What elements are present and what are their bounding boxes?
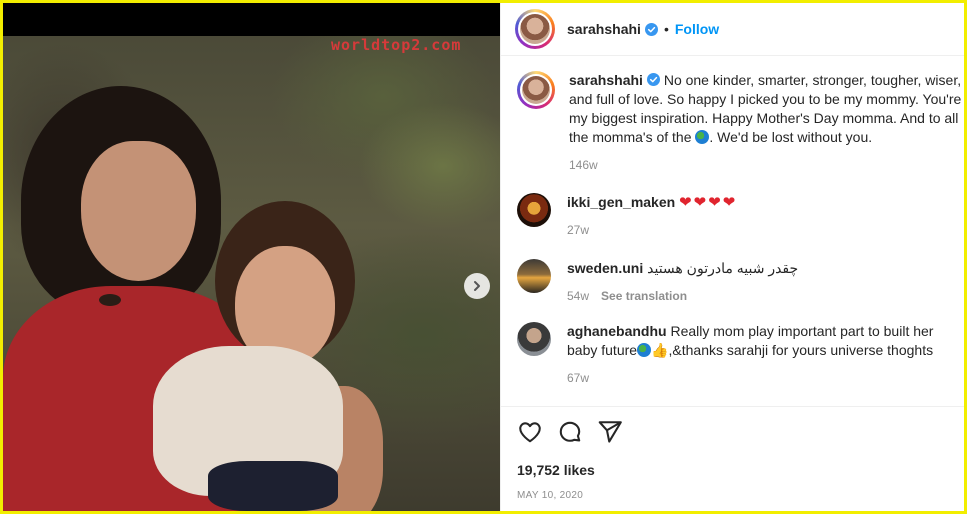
globe-emoji-icon bbox=[637, 343, 652, 357]
separator-dot: • bbox=[663, 21, 669, 37]
comment-username[interactable]: aghanebandhu bbox=[567, 323, 667, 339]
caption-avatar[interactable] bbox=[517, 71, 555, 109]
comment-text: چقدر شبیه مادرتون هستید bbox=[647, 260, 799, 276]
caption-text-end: . We'd be lost without you. bbox=[709, 129, 873, 145]
post-photo[interactable] bbox=[3, 36, 500, 511]
likes-count[interactable]: 19,752 likes bbox=[501, 445, 964, 478]
post-header: sarahshahi • Follow bbox=[501, 3, 964, 56]
paper-plane-icon bbox=[598, 421, 622, 443]
see-translation-link[interactable]: See translation bbox=[601, 289, 687, 303]
author-avatar[interactable] bbox=[515, 9, 555, 49]
follow-button[interactable]: Follow bbox=[675, 21, 719, 37]
post-actions: 19,752 likes MAY 10, 2020 bbox=[501, 406, 964, 501]
like-button[interactable] bbox=[517, 419, 543, 445]
verified-badge-icon bbox=[646, 73, 660, 86]
next-photo-button[interactable] bbox=[464, 273, 490, 299]
author-username[interactable]: sarahshahi bbox=[567, 21, 641, 37]
comment-age: 67w bbox=[567, 371, 590, 385]
comment-item: ikki_gen_maken ❤❤❤❤ 27w bbox=[517, 193, 962, 240]
globe-emoji-icon bbox=[695, 130, 710, 144]
caption-username[interactable]: sarahshahi bbox=[569, 72, 643, 88]
commenter-avatar[interactable] bbox=[517, 193, 551, 227]
comment-username[interactable]: sweden.uni bbox=[567, 260, 643, 276]
caption-age: 146w bbox=[569, 158, 598, 172]
post-date: MAY 10, 2020 bbox=[517, 490, 584, 501]
caption-item: sarahshahi No one kinder, smarter, stron… bbox=[517, 71, 964, 175]
comment-username[interactable]: ikki_gen_maken bbox=[567, 194, 675, 210]
comment-age: 27w bbox=[567, 223, 590, 237]
photo-child-shorts bbox=[208, 461, 338, 511]
post-details-panel: sarahshahi • Follow sarahshahi No one ki… bbox=[500, 3, 964, 511]
share-button[interactable] bbox=[597, 419, 623, 445]
comment-item: sweden.uni چقدر شبیه مادرتون هستید 54w Se… bbox=[517, 259, 962, 306]
comment-bubble-icon bbox=[559, 421, 581, 442]
photo-mother-face bbox=[81, 141, 196, 281]
commenter-avatar[interactable] bbox=[517, 322, 551, 356]
heart-outline-icon bbox=[519, 422, 541, 443]
chevron-right-icon bbox=[474, 281, 480, 291]
comment-text-end: ,&thanks sarahji for yours universe thog… bbox=[668, 342, 934, 358]
commenter-avatar[interactable] bbox=[517, 259, 551, 293]
comment-item: aghanebandhu Really mom play important p… bbox=[517, 322, 962, 388]
comment-age: 54w bbox=[567, 289, 590, 303]
photo-necklace bbox=[99, 294, 121, 306]
watermark: worldtop2.com bbox=[331, 36, 462, 54]
comment-text: ❤❤❤❤ bbox=[679, 194, 738, 211]
avatar-image bbox=[520, 14, 550, 44]
verified-badge-icon bbox=[644, 22, 658, 36]
post-photo-panel: worldtop2.com bbox=[3, 3, 500, 511]
comment-button[interactable] bbox=[557, 419, 583, 445]
instagram-post-frame: worldtop2.com sarahshahi • Follow sarahs… bbox=[3, 3, 964, 511]
thumbs-up-emoji: 👍 bbox=[651, 342, 669, 358]
